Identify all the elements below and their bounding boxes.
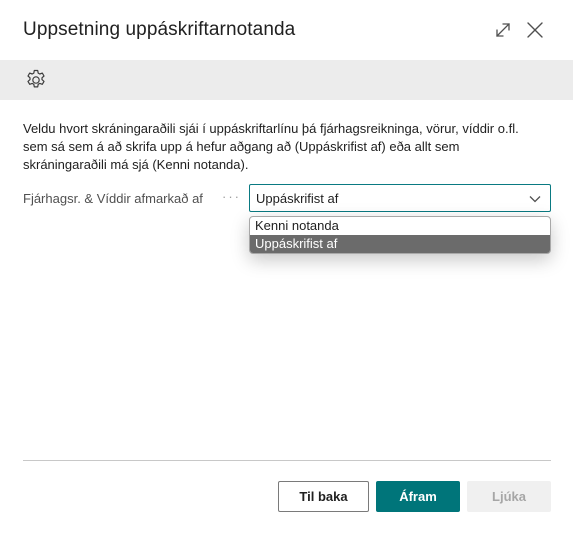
chevron-down-icon	[529, 196, 541, 203]
finish-button[interactable]: Ljúka	[467, 481, 551, 512]
toolbar	[0, 60, 573, 100]
option-kenni-notanda[interactable]: Kenni notanda	[250, 217, 550, 235]
instructions-text: Veldu hvort skráningaraðili sjái í uppás…	[23, 121, 519, 172]
field-label: Fjárhagsr. & Víddir afmarkað af	[23, 191, 203, 206]
footer-divider	[23, 460, 551, 461]
dialog-title: Uppsetning uppáskriftarnotanda	[23, 19, 296, 40]
approver-filter-select[interactable]: Uppáskrifist af	[249, 184, 551, 212]
wizard-dialog: Uppsetning uppáskriftarnotanda Veldu hvo…	[0, 0, 573, 533]
back-button[interactable]: Til baka	[278, 481, 369, 512]
option-uppaskrifist-af[interactable]: Uppáskrifist af	[250, 235, 550, 253]
field-leader-dots: ···	[222, 189, 241, 204]
dropdown-list: Kenni notanda Uppáskrifist af	[249, 216, 551, 254]
close-icon[interactable]	[523, 18, 547, 42]
gear-icon[interactable]	[24, 68, 48, 92]
select-value: Uppáskrifist af	[256, 191, 339, 206]
expand-icon[interactable]	[491, 18, 515, 42]
next-button[interactable]: Áfram	[376, 481, 460, 512]
